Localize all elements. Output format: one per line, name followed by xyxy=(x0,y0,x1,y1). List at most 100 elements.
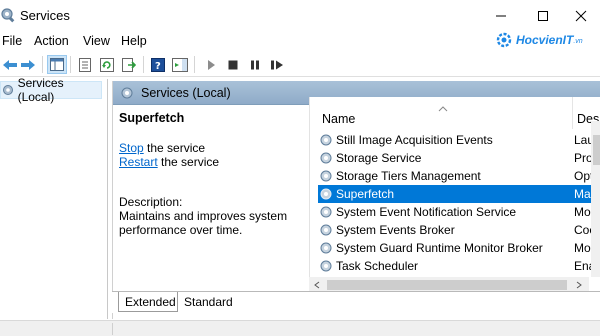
list-item[interactable]: System Guard Runtime Monitor Broker Mo xyxy=(318,239,598,257)
restart-row: Restart the service xyxy=(119,155,303,169)
show-action-pane-icon xyxy=(172,57,188,72)
toolbar: ? xyxy=(0,52,600,77)
description-label: Description: xyxy=(119,195,183,209)
service-gear-icon xyxy=(320,224,332,236)
view-tabs: Extended Standard xyxy=(112,291,600,313)
start-icon xyxy=(208,59,215,70)
content-pane: Services (Local) Superfetch Stop the ser… xyxy=(112,81,600,319)
brand-gear-icon xyxy=(496,32,512,48)
show-hide-tree-button[interactable] xyxy=(47,55,67,74)
service-name-cell: Task Scheduler xyxy=(336,259,419,273)
help-icon: ? xyxy=(151,57,165,72)
column-header-name[interactable]: Name xyxy=(322,97,562,129)
show-action-pane-button[interactable] xyxy=(170,55,190,74)
menu-help[interactable]: Help xyxy=(121,34,147,48)
title-bar: Services xyxy=(0,0,600,32)
export-list-icon xyxy=(122,57,136,72)
tree-item-services-local[interactable]: Services (Local) xyxy=(0,76,102,104)
service-gear-icon xyxy=(320,242,332,254)
toolbar-separator xyxy=(143,56,144,73)
service-gear-icon xyxy=(320,260,332,272)
stop-service-text: the service xyxy=(143,141,206,155)
status-divider xyxy=(112,323,113,335)
minimize-icon xyxy=(496,15,506,17)
pause-service-button[interactable] xyxy=(245,55,265,74)
service-name-cell: Storage Service xyxy=(336,151,422,165)
services-gear-icon xyxy=(3,85,13,95)
brand-logo: HocvienIT .vn xyxy=(495,29,595,51)
service-gear-icon xyxy=(320,170,332,182)
refresh-icon xyxy=(100,57,114,72)
stop-row: Stop the service xyxy=(119,141,303,155)
show-hide-tree-icon xyxy=(50,58,64,71)
scroll-left-icon[interactable] xyxy=(313,281,321,289)
list-item[interactable]: Task Scheduler Ena xyxy=(318,257,598,275)
maximize-icon xyxy=(538,11,548,21)
stop-service-link[interactable]: Stop xyxy=(119,141,144,155)
forward-button[interactable] xyxy=(18,55,38,74)
stop-service-button[interactable] xyxy=(223,55,243,74)
back-button[interactable] xyxy=(0,55,20,74)
service-name-cell: System Events Broker xyxy=(336,223,455,237)
list-item[interactable]: Storage Service Pro xyxy=(318,149,598,167)
list-item-selected[interactable]: Superfetch Ma xyxy=(318,185,598,203)
pause-icon xyxy=(251,60,259,69)
list-item[interactable]: System Event Notification Service Mo xyxy=(318,203,598,221)
tab-standard[interactable]: Standard xyxy=(178,292,236,312)
refresh-button[interactable] xyxy=(97,55,117,74)
maximize-button[interactable] xyxy=(520,0,566,32)
properties-button[interactable] xyxy=(75,55,95,74)
scroll-right-icon[interactable] xyxy=(575,281,583,289)
close-icon xyxy=(575,10,587,22)
menu-view[interactable]: View xyxy=(83,34,110,48)
restart-service-link[interactable]: Restart xyxy=(119,155,158,169)
services-list: Name Des Still Image Acquisition Events … xyxy=(309,97,600,295)
window-title: Services xyxy=(20,8,70,23)
properties-icon xyxy=(79,57,91,72)
list-item[interactable]: Storage Tiers Management Opt xyxy=(318,167,598,185)
list-item[interactable]: Still Image Acquisition Events Lau xyxy=(318,131,598,149)
back-icon xyxy=(3,59,17,70)
stop-icon xyxy=(228,60,238,69)
tree-item-label: Services (Local) xyxy=(17,76,64,104)
service-name-cell: Still Image Acquisition Events xyxy=(336,133,493,147)
description-pane: Superfetch Stop the service Restart the … xyxy=(113,105,309,295)
services-gear-icon xyxy=(119,85,135,101)
horizontal-scroll-thumb[interactable] xyxy=(327,280,567,290)
service-gear-icon xyxy=(320,188,332,200)
services-gear-icon xyxy=(0,7,16,23)
restart-icon xyxy=(271,60,283,69)
toolbar-separator xyxy=(42,56,43,73)
export-list-button[interactable] xyxy=(119,55,139,74)
service-name-cell: Superfetch xyxy=(336,187,395,201)
restart-service-button[interactable] xyxy=(267,55,287,74)
console-tree: Services (Local) xyxy=(0,76,108,319)
brand-name: HocvienIT xyxy=(516,33,574,47)
help-button[interactable]: ? xyxy=(148,55,168,74)
main-area: Services (Local) Services (Local) Superf… xyxy=(0,76,600,336)
toolbar-separator xyxy=(194,56,195,73)
service-gear-icon xyxy=(320,152,332,164)
content-header-title: Services (Local) xyxy=(141,85,231,100)
service-gear-icon xyxy=(320,206,332,218)
service-description: Maintains and improves system performanc… xyxy=(119,209,288,237)
service-name-cell: Storage Tiers Management xyxy=(336,169,481,183)
service-name: Superfetch xyxy=(119,111,185,125)
restart-service-text: the service xyxy=(157,155,220,169)
vertical-scroll-thumb[interactable] xyxy=(593,135,600,165)
service-name-cell: System Event Notification Service xyxy=(336,205,517,219)
menu-file[interactable]: File xyxy=(2,34,22,48)
menu-action[interactable]: Action xyxy=(34,34,69,48)
svg-text:?: ? xyxy=(155,61,161,72)
service-gear-icon xyxy=(320,134,332,146)
start-service-button[interactable] xyxy=(201,55,221,74)
tab-extended[interactable]: Extended xyxy=(118,292,178,312)
minimize-button[interactable] xyxy=(478,0,524,32)
status-bar xyxy=(0,320,600,336)
forward-icon xyxy=(21,59,35,70)
close-button[interactable] xyxy=(562,0,600,32)
brand-suffix: .vn xyxy=(573,38,583,45)
service-name-cell: System Guard Runtime Monitor Broker xyxy=(336,241,543,255)
vertical-scrollbar[interactable] xyxy=(591,121,600,277)
list-item[interactable]: System Events Broker Coc xyxy=(318,221,598,239)
